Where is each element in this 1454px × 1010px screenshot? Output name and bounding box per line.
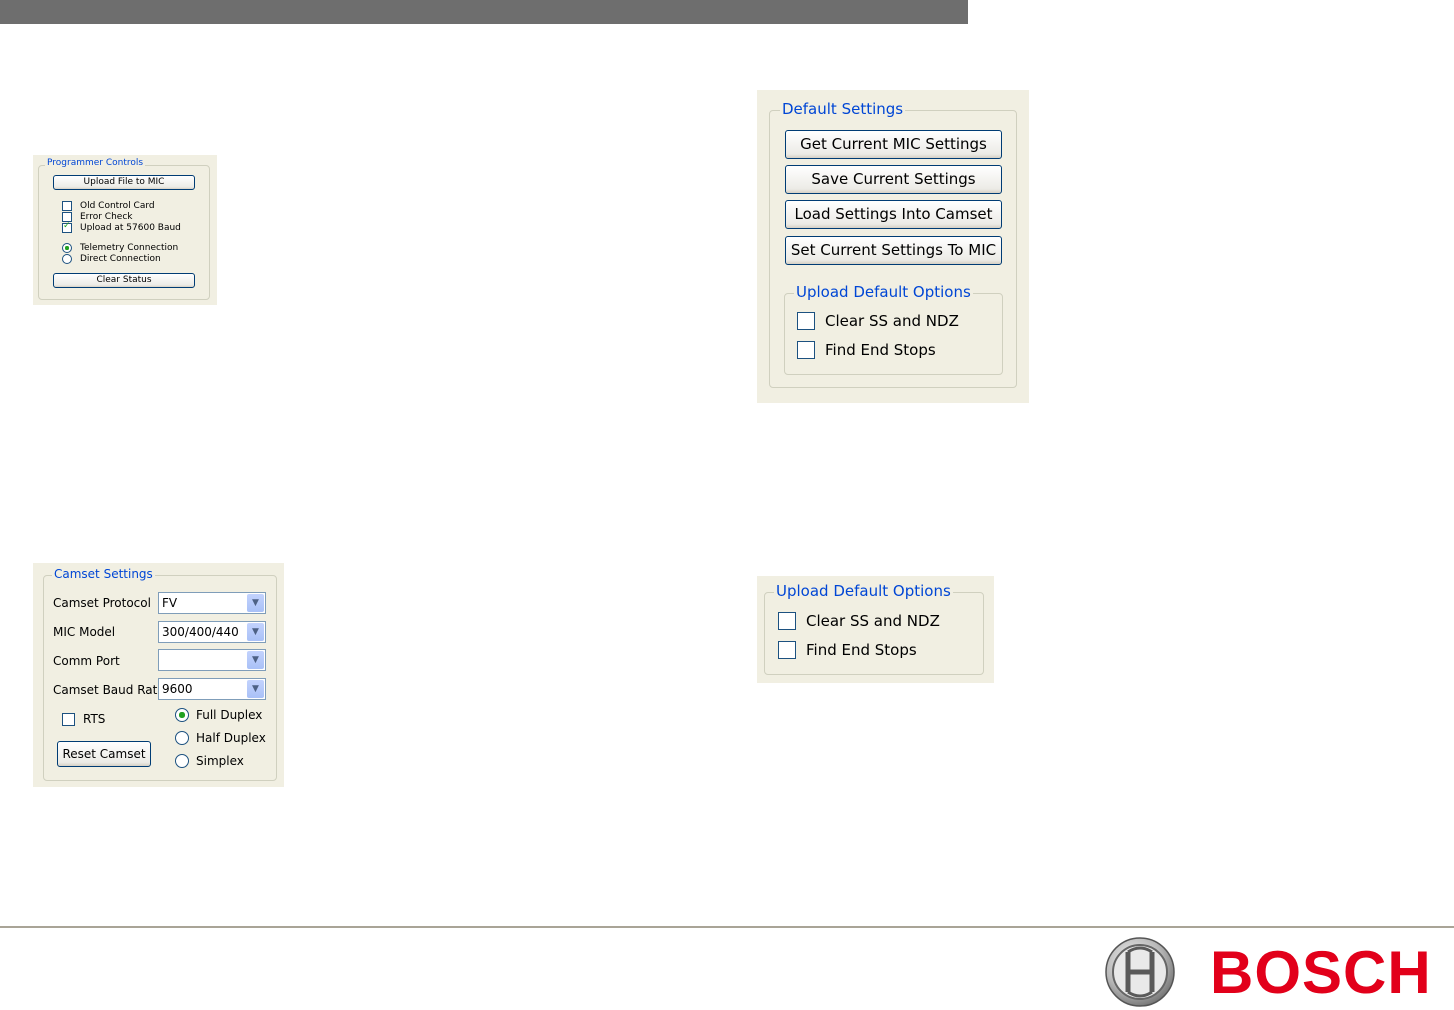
half-duplex-radio[interactable]: Half Duplex — [175, 731, 266, 745]
chevron-down-icon[interactable]: ▼ — [247, 651, 264, 669]
checkbox-label: Clear SS and NDZ — [806, 612, 940, 630]
footer-divider — [0, 926, 1454, 928]
checkbox-box[interactable] — [62, 221, 72, 233]
default-settings-panel: Default Settings Get Current MIC Setting… — [757, 90, 1029, 403]
programmer-controls-title: Programmer Controls — [45, 158, 146, 168]
chevron-down-icon[interactable]: ▼ — [247, 623, 264, 641]
find-end-stops-checkbox[interactable]: Find End Stops — [797, 341, 936, 359]
checkbox-label: Old Control Card — [80, 201, 155, 211]
find-end-stops-checkbox[interactable]: Find End Stops — [778, 641, 917, 659]
checkbox-label: Error Check — [80, 212, 133, 222]
checkbox-box[interactable] — [62, 712, 75, 726]
clear-status-button[interactable]: Clear Status — [53, 273, 195, 288]
clear-ss-ndz-checkbox[interactable]: Clear SS and NDZ — [797, 312, 959, 330]
checkbox-label: Upload at 57600 Baud — [80, 223, 181, 233]
chevron-down-icon[interactable]: ▼ — [247, 594, 264, 612]
radio-circle[interactable] — [175, 731, 189, 745]
error-check-checkbox[interactable]: Error Check — [62, 212, 132, 222]
radio-label: Full Duplex — [196, 708, 263, 722]
radio-circle[interactable] — [175, 754, 189, 768]
save-current-settings-button[interactable]: Save Current Settings — [785, 165, 1002, 194]
camset-protocol-label: Camset Protocol — [53, 596, 151, 610]
mic-model-label: MIC Model — [53, 625, 116, 639]
radio-circle[interactable] — [62, 243, 72, 253]
camset-baud-rate-label: Camset Baud Rate — [53, 683, 165, 697]
checkbox-label: Clear SS and NDZ — [825, 312, 959, 330]
checkbox-box[interactable] — [62, 201, 72, 211]
old-control-card-checkbox[interactable]: Old Control Card — [62, 201, 155, 211]
upload-default-options-panel: Upload Default Options Clear SS and NDZ … — [757, 576, 994, 683]
rts-checkbox[interactable]: RTS — [62, 712, 105, 726]
checkbox-box[interactable] — [797, 312, 815, 330]
simplex-radio[interactable]: Simplex — [175, 754, 244, 768]
select-value: 9600 — [162, 682, 193, 696]
telemetry-connection-radio[interactable]: Telemetry Connection — [62, 243, 178, 253]
load-settings-into-camset-button[interactable]: Load Settings Into Camset — [785, 200, 1002, 229]
upload-57600-baud-checkbox[interactable]: Upload at 57600 Baud — [62, 221, 181, 233]
camset-protocol-select[interactable]: FV ▼ — [158, 592, 266, 614]
checkbox-box[interactable] — [778, 641, 796, 659]
upload-default-options-title: Upload Default Options — [794, 283, 973, 301]
radio-label: Direct Connection — [80, 254, 161, 264]
radio-circle[interactable] — [62, 254, 72, 264]
clear-ss-ndz-checkbox[interactable]: Clear SS and NDZ — [778, 612, 940, 630]
camset-settings-panel: Camset Settings Camset Protocol FV ▼ MIC… — [33, 563, 284, 787]
checkbox-label: Find End Stops — [806, 641, 917, 659]
radio-label: Simplex — [196, 754, 244, 768]
top-header-bar — [0, 0, 968, 24]
camset-baud-rate-select[interactable]: 9600 ▼ — [158, 678, 266, 700]
mic-model-select[interactable]: 300/400/440 ▼ — [158, 621, 266, 643]
bosch-logo-text: BOSCH — [1210, 939, 1432, 1006]
checkbox-label: Find End Stops — [825, 341, 936, 359]
select-value: FV — [162, 596, 178, 610]
comm-port-select[interactable]: ▼ — [158, 649, 266, 671]
programmer-controls-panel: Programmer Controls Upload File to MIC O… — [33, 155, 217, 305]
get-current-mic-settings-button[interactable]: Get Current MIC Settings — [785, 130, 1002, 159]
checkbox-box[interactable] — [778, 612, 796, 630]
full-duplex-radio[interactable]: Full Duplex — [175, 708, 262, 722]
checkbox-box[interactable] — [797, 341, 815, 359]
set-current-settings-to-mic-button[interactable]: Set Current Settings To MIC — [785, 236, 1002, 265]
chevron-down-icon[interactable]: ▼ — [247, 680, 264, 698]
bosch-armature-icon — [1105, 937, 1175, 1007]
radio-circle[interactable] — [175, 708, 189, 722]
upload-default-options-group — [764, 592, 984, 675]
upload-default-options-title: Upload Default Options — [774, 582, 953, 600]
default-settings-title: Default Settings — [780, 100, 906, 118]
radio-label: Half Duplex — [196, 731, 266, 745]
radio-label: Telemetry Connection — [80, 243, 179, 253]
comm-port-label: Comm Port — [53, 654, 120, 668]
checkbox-label: RTS — [83, 712, 106, 726]
direct-connection-radio[interactable]: Direct Connection — [62, 254, 161, 264]
upload-default-options-group — [784, 293, 1003, 375]
select-value: 300/400/440 — [162, 625, 239, 639]
upload-file-button[interactable]: Upload File to MIC — [53, 175, 195, 190]
camset-settings-title: Camset Settings — [52, 567, 155, 581]
reset-camset-button[interactable]: Reset Camset — [57, 741, 151, 767]
